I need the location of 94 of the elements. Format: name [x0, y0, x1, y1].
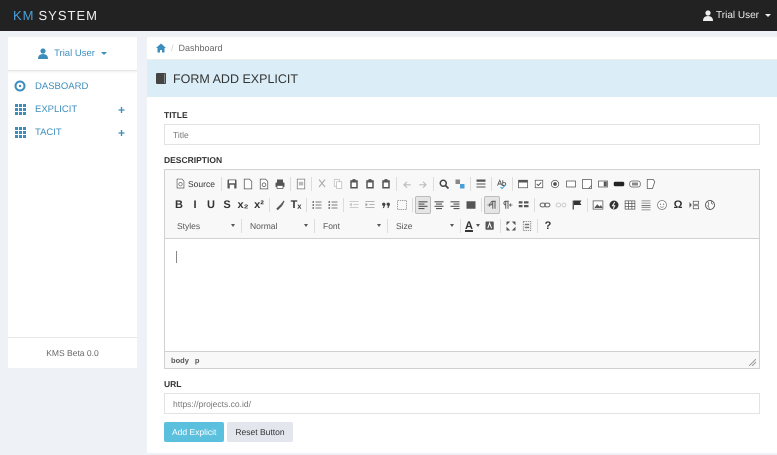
lines-icon — [474, 178, 487, 190]
toolbar-button[interactable]: U — [203, 196, 219, 214]
page-icon — [294, 178, 307, 190]
panel-title: FORM ADD EXPLICIT — [173, 72, 298, 86]
brush-icon — [274, 198, 286, 210]
breadcrumb-separator: / — [171, 43, 174, 53]
caret-icon — [304, 224, 308, 227]
hidden-field-icon — [644, 178, 657, 190]
caret-icon — [231, 224, 235, 227]
format-dropdown[interactable]: Size — [390, 216, 458, 234]
page-break-icon — [688, 198, 700, 210]
sidebar-item[interactable]: TACIT + — [8, 121, 137, 144]
toolbar-button[interactable]: I — [187, 196, 203, 214]
scissors-icon — [316, 178, 328, 190]
home-icon[interactable] — [156, 43, 166, 53]
table-icon — [624, 198, 636, 210]
book-icon — [156, 73, 166, 84]
clipboard-icon — [348, 178, 360, 190]
toolbar-button[interactable]: Ω — [670, 196, 686, 214]
indent-icon — [364, 198, 376, 210]
globe-icon — [704, 198, 716, 210]
outdent-icon — [348, 198, 360, 210]
breadcrumb-link[interactable]: Dashboard — [178, 43, 223, 53]
text-direction-icon — [502, 198, 514, 210]
field-label: URL — [164, 379, 182, 389]
div-block-icon — [396, 198, 408, 210]
bullet-list-icon — [327, 198, 339, 210]
language-icon — [518, 198, 530, 210]
save-icon — [226, 178, 238, 190]
image-icon — [592, 198, 604, 210]
toolbar-button[interactable]: x₂ — [235, 196, 251, 214]
align-center-icon — [433, 198, 445, 210]
show-blocks-icon — [520, 220, 533, 232]
caret-icon — [100, 52, 107, 55]
select-field-icon — [596, 178, 609, 190]
horizontal-rule-icon — [640, 198, 652, 210]
user-icon — [703, 10, 714, 21]
expand-icon[interactable]: + — [118, 102, 125, 116]
justify-icon — [465, 198, 477, 210]
numbered-list-icon — [311, 198, 323, 210]
clipboard-icon — [364, 178, 376, 190]
brand-logo[interactable]: KM SYSTEM — [13, 8, 98, 23]
user-icon — [38, 48, 48, 59]
text-field-icon — [564, 178, 577, 190]
format-dropdown[interactable]: Normal — [244, 216, 312, 234]
text-color-button[interactable]: A — [463, 216, 482, 234]
toolbar-button[interactable]: S — [219, 196, 235, 214]
text-direction-icon — [486, 198, 498, 210]
smiley-icon — [656, 198, 668, 210]
resize-grip-icon[interactable] — [749, 359, 756, 366]
printer-icon — [274, 178, 286, 190]
maximize-icon — [504, 220, 517, 232]
checkbox-icon — [532, 178, 545, 190]
spellcheck-icon — [496, 178, 508, 190]
page-icon — [175, 178, 186, 189]
toolbar-button[interactable]: B — [171, 196, 187, 214]
format-dropdown[interactable]: Font — [317, 216, 385, 234]
text-cursor — [176, 251, 177, 263]
caret-icon — [765, 14, 771, 17]
align-right-icon — [449, 198, 461, 210]
page-icon — [242, 178, 254, 190]
caret-icon — [450, 224, 454, 227]
align-left-icon — [417, 198, 429, 210]
text-area-icon — [580, 178, 593, 190]
user-menu[interactable]: Trial User — [38, 48, 107, 59]
expand-icon[interactable]: + — [118, 126, 125, 140]
flash-icon — [608, 198, 620, 210]
field-label: TITLE — [164, 110, 189, 120]
format-dropdown[interactable]: Styles — [171, 216, 239, 234]
form-icon — [516, 178, 529, 190]
image-button-icon — [628, 178, 641, 190]
copy-icon — [332, 178, 344, 190]
dashboard-icon — [14, 80, 27, 93]
sidebar-item[interactable]: EXPLICIT + — [8, 98, 137, 121]
flag-icon — [571, 198, 583, 210]
grid-icon — [14, 126, 27, 139]
toolbar-button[interactable]: ? — [540, 216, 556, 234]
clipboard-icon — [380, 178, 392, 190]
search-icon — [438, 178, 450, 190]
title-field[interactable]: Title — [164, 124, 760, 145]
sidebar-item[interactable]: DASBOARD — [8, 75, 137, 98]
radio-icon — [548, 178, 561, 190]
toolbar-button[interactable]: x² — [251, 196, 267, 214]
url-field[interactable]: https://projects.co.id/ — [164, 393, 760, 414]
field-label: DESCRIPTION — [164, 155, 224, 165]
preview-icon — [258, 178, 270, 190]
source-button[interactable]: Source — [171, 174, 219, 192]
user-menu[interactable]: Trial User — [703, 10, 771, 21]
reset-button[interactable]: Reset Button — [227, 422, 293, 442]
caret-icon — [476, 224, 480, 227]
toolbar-button[interactable]: Tₓ — [288, 196, 304, 214]
grid-icon — [14, 103, 27, 116]
version-label: KMS Beta 0.0 — [8, 337, 137, 368]
caret-icon — [377, 224, 381, 227]
